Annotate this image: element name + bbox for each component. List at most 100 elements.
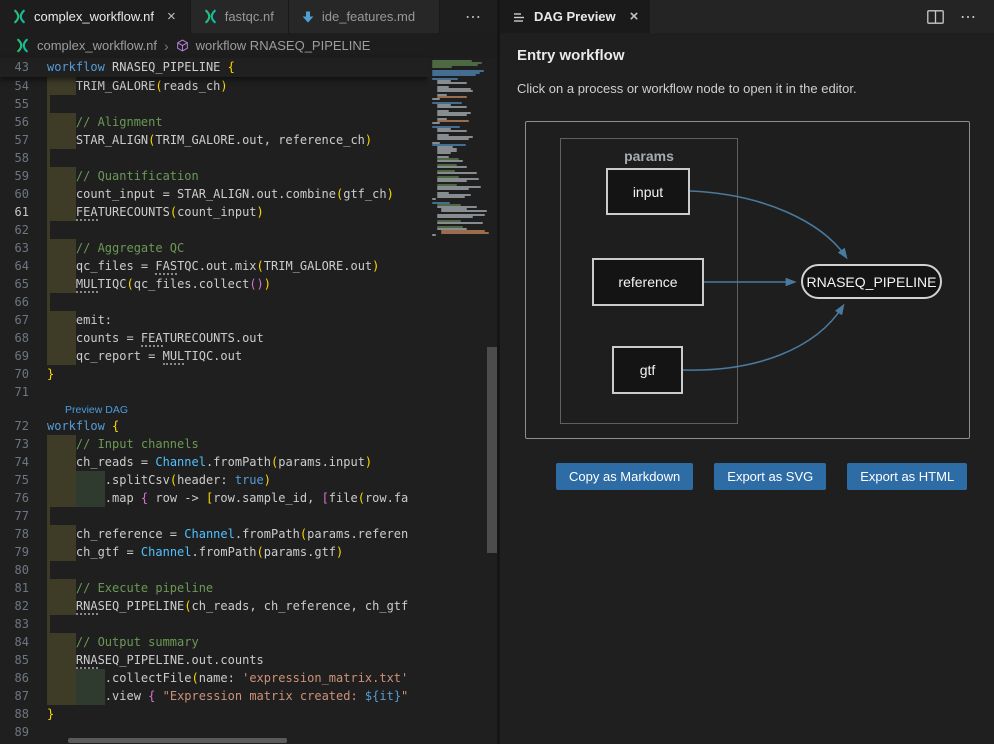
- dag-diagram: params input reference gtf RNASEQ_PIPELI…: [525, 121, 970, 439]
- export-as-html-button[interactable]: Export as HTML: [847, 463, 967, 490]
- preview-icon: [512, 10, 526, 24]
- code-token: qc_report =: [76, 349, 163, 363]
- code-token: ): [264, 277, 271, 291]
- export-as-svg-button[interactable]: Export as SVG: [714, 463, 826, 490]
- code-line-63: 63// Aggregate QC: [0, 239, 428, 257]
- code-token: name:: [199, 671, 242, 685]
- minimap-line: [437, 120, 469, 122]
- indent-highlight: [76, 669, 105, 687]
- minimap-line: [432, 66, 452, 68]
- code-token: [155, 689, 162, 703]
- line-number: 69: [0, 347, 47, 365]
- code-line-64: 64qc_files = FASTQC.out.mix(TRIM_GALORE.…: [0, 257, 428, 275]
- code-token: STAR_ALIGN: [76, 133, 148, 147]
- copy-as-markdown-button[interactable]: Copy as Markdown: [556, 463, 693, 490]
- code-token: (: [126, 277, 133, 291]
- code-token: ): [387, 187, 394, 201]
- indent-highlight: [47, 257, 76, 275]
- code-line-71: 71: [0, 383, 428, 401]
- tab-complex-workflow-nf[interactable]: complex_workflow.nf ×: [0, 0, 191, 33]
- more-tabs-icon[interactable]: ⋯: [451, 7, 497, 27]
- line-number: 79: [0, 543, 47, 561]
- line-number: 58: [0, 149, 47, 167]
- vertical-scrollbar[interactable]: [487, 347, 497, 553]
- dag-node-reference[interactable]: reference: [592, 258, 704, 306]
- code-line-83: 83: [0, 615, 428, 633]
- indent-highlight: [76, 687, 105, 705]
- code-line-69: 69qc_report = MULTIQC.out: [0, 347, 428, 365]
- code-line-78: 78ch_reference = Channel.fromPath(params…: [0, 525, 428, 543]
- code-token: (): [249, 277, 263, 291]
- dag-node-gtf[interactable]: gtf: [612, 346, 683, 394]
- panel-more-actions-icon[interactable]: ⋯: [960, 7, 978, 27]
- indent-highlight: [47, 113, 76, 131]
- sticky-scroll-line[interactable]: 43 workflow RNASEQ_PIPELINE {: [0, 58, 428, 77]
- code-token: FEA: [76, 205, 98, 221]
- line-number: 59: [0, 167, 47, 185]
- editor-group: complex_workflow.nf × fastqc.nf: [0, 0, 497, 744]
- breadcrumb-symbol[interactable]: workflow RNASEQ_PIPELINE: [196, 38, 371, 53]
- minimap-line: [437, 216, 473, 218]
- dag-node-rnaseq-pipeline[interactable]: RNASEQ_PIPELINE: [801, 264, 942, 299]
- codelens-preview-dag[interactable]: Preview DAG: [65, 404, 128, 416]
- code-token: .view: [105, 689, 148, 703]
- minimap[interactable]: [428, 58, 487, 240]
- code-line-77: 77: [0, 507, 428, 525]
- line-number: 70: [0, 365, 47, 383]
- code-token: (: [192, 671, 199, 685]
- code-line-67: 67emit:: [0, 311, 428, 329]
- code-token: RNASEQ_PIPELINE: [112, 60, 228, 74]
- code-token: ): [365, 133, 372, 147]
- minimap-line: [432, 98, 440, 100]
- code-token: row.sample_id,: [213, 491, 321, 505]
- code-line-55: 55: [0, 95, 428, 113]
- tab-fastqc-nf[interactable]: fastqc.nf: [191, 0, 289, 33]
- code-token: ): [257, 205, 264, 219]
- code-token: params.input: [278, 455, 365, 469]
- code-token: ): [220, 79, 227, 93]
- horizontal-scrollbar[interactable]: [68, 738, 287, 743]
- minimap-line: [437, 96, 467, 98]
- line-number: 74: [0, 453, 47, 471]
- code-token: // Input channels: [76, 437, 199, 451]
- code-line-79: 79ch_gtf = Channel.fromPath(params.gtf): [0, 543, 428, 561]
- minimap-line: [437, 160, 463, 162]
- indent-highlight: [47, 471, 76, 489]
- line-number: 78: [0, 525, 47, 543]
- indent-highlight: [47, 489, 76, 507]
- code-token: TRIM_GALORE.out: [264, 259, 372, 273]
- split-editor-icon[interactable]: [927, 10, 944, 24]
- code-token: FAS: [155, 259, 177, 275]
- dag-preview-panel: DAG Preview × ⋯ Entry workflow Click on …: [500, 0, 994, 744]
- line-number: 57: [0, 131, 47, 149]
- code-token: MUL: [163, 349, 185, 365]
- code-token: }: [47, 707, 54, 721]
- dag-node-input[interactable]: input: [606, 168, 690, 215]
- code-token: params.gtf: [264, 545, 336, 559]
- minimap-line: [437, 222, 483, 224]
- code-token: reads_ch: [163, 79, 221, 93]
- indent-highlight: [47, 131, 76, 149]
- tab-ide-features-md[interactable]: ide_features.md: [289, 0, 440, 33]
- close-panel-icon[interactable]: ×: [630, 9, 639, 24]
- panel-hint-text: Click on a process or workflow node to o…: [517, 81, 967, 96]
- code-editor[interactable]: 54TRIM_GALORE(reads_ch)5556// Alignment5…: [0, 58, 497, 744]
- minimap-line: [437, 172, 477, 174]
- code-token: TIQC: [98, 277, 127, 291]
- close-tab-icon[interactable]: ×: [167, 9, 176, 24]
- indent-highlight: [47, 615, 50, 633]
- breadcrumb-file[interactable]: complex_workflow.nf: [37, 38, 157, 53]
- code-token: (: [184, 599, 191, 613]
- code-token: .fromPath: [235, 527, 300, 541]
- indent-highlight: [47, 543, 76, 561]
- code-line-75: 75.splitCsv(header: true): [0, 471, 428, 489]
- tab-dag-preview[interactable]: DAG Preview ×: [500, 0, 650, 33]
- code-line-86: 86.collectFile(name: 'expression_matrix.…: [0, 669, 428, 687]
- line-number: 68: [0, 329, 47, 347]
- code-token: file: [329, 491, 358, 505]
- code-token: SEQ_PIPELINE: [98, 599, 185, 613]
- minimap-line: [437, 106, 467, 108]
- code-token: ch_reads =: [76, 455, 155, 469]
- code-line-54: 54TRIM_GALORE(reads_ch): [0, 77, 428, 95]
- code-token: row.fa: [365, 491, 408, 505]
